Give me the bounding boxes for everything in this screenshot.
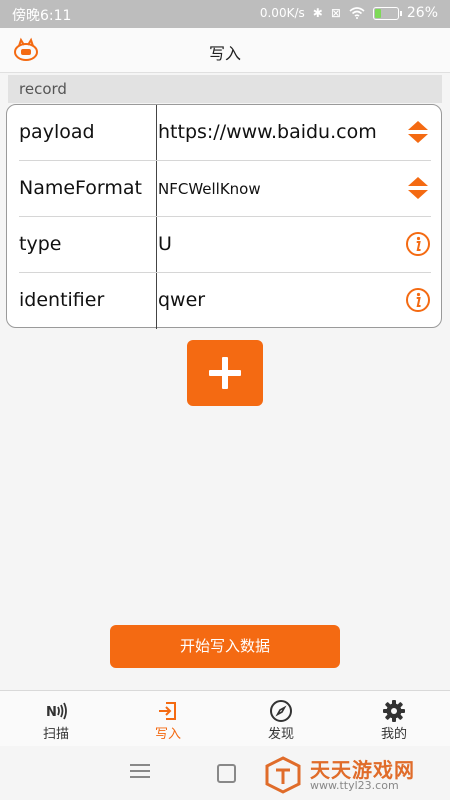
field-divider bbox=[156, 161, 157, 217]
sort-arrows-icon[interactable] bbox=[405, 175, 431, 201]
nav-label: 扫描 bbox=[42, 727, 69, 742]
app-header: 写入 bbox=[0, 28, 450, 73]
identifier-input[interactable]: qwer bbox=[158, 289, 205, 311]
nameformat-select[interactable]: NFCWellKnow bbox=[158, 180, 261, 198]
nfc-icon: N bbox=[46, 702, 67, 720]
nav-item-write[interactable]: 写入 bbox=[112, 691, 224, 747]
status-time: 傍晚6:11 bbox=[12, 8, 72, 24]
wifi-icon bbox=[349, 7, 365, 19]
start-write-button[interactable]: 开始写入数据 bbox=[110, 625, 340, 668]
field-row-identifier[interactable]: identifier qwer bbox=[7, 273, 441, 329]
field-row-type[interactable]: type U bbox=[7, 217, 441, 273]
info-icon[interactable] bbox=[405, 231, 431, 257]
plus-icon-vertical bbox=[222, 357, 228, 389]
nav-item-discover[interactable]: 发现 bbox=[225, 691, 337, 747]
battery-icon bbox=[372, 6, 402, 20]
home-icon[interactable] bbox=[217, 764, 236, 783]
field-label: identifier bbox=[19, 289, 105, 311]
sim-icon: ⊠ bbox=[330, 6, 341, 20]
watermark-logo-icon bbox=[265, 756, 301, 794]
status-icons: 0.00K/s ✱ ⊠ 26% bbox=[260, 5, 438, 21]
watermark-url: www.ttyl23.com bbox=[310, 779, 399, 792]
battery-percent: 26% bbox=[406, 5, 438, 21]
page-title: 写入 bbox=[208, 44, 241, 63]
type-input[interactable]: U bbox=[158, 233, 172, 255]
field-divider bbox=[156, 105, 157, 161]
field-label: type bbox=[19, 233, 62, 255]
nav-label: 写入 bbox=[154, 727, 181, 742]
field-row-payload[interactable]: payload https://www.baidu.com bbox=[7, 105, 441, 161]
field-divider bbox=[156, 217, 157, 273]
add-record-button[interactable] bbox=[187, 340, 263, 406]
write-icon bbox=[159, 702, 176, 720]
sort-arrows-icon[interactable] bbox=[405, 119, 431, 145]
nav-label: 发现 bbox=[267, 727, 294, 742]
field-row-nameformat[interactable]: NameFormat NFCWellKnow bbox=[7, 161, 441, 217]
record-section-label: record bbox=[19, 80, 67, 98]
nav-item-mine[interactable]: 我的 bbox=[338, 691, 450, 747]
compass-icon bbox=[270, 700, 292, 722]
gear-icon bbox=[383, 700, 405, 722]
field-label: payload bbox=[19, 121, 95, 143]
network-speed: 0.00K/s bbox=[259, 6, 305, 20]
menu-icon[interactable] bbox=[130, 764, 150, 780]
battery-fill bbox=[374, 8, 381, 18]
field-divider bbox=[156, 273, 157, 329]
record-section-header: record bbox=[8, 75, 442, 103]
nav-label: 我的 bbox=[380, 727, 407, 742]
nav-item-scan[interactable]: N 扫描 bbox=[0, 691, 112, 747]
info-icon[interactable] bbox=[405, 287, 431, 313]
field-label: NameFormat bbox=[19, 177, 143, 199]
status-bar: 傍晚6:11 0.00K/s ✱ ⊠ 26% bbox=[0, 0, 450, 28]
svg-text:N: N bbox=[46, 705, 57, 720]
bottom-nav: N 扫描 写入 发现 我的 bbox=[0, 690, 450, 747]
watermark: 天天游戏网 www.ttyl23.com bbox=[260, 752, 440, 796]
record-card: payload https://www.baidu.com NameFormat… bbox=[6, 104, 442, 329]
bluetooth-icon: ✱ bbox=[312, 6, 323, 20]
payload-input[interactable]: https://www.baidu.com bbox=[158, 121, 377, 143]
